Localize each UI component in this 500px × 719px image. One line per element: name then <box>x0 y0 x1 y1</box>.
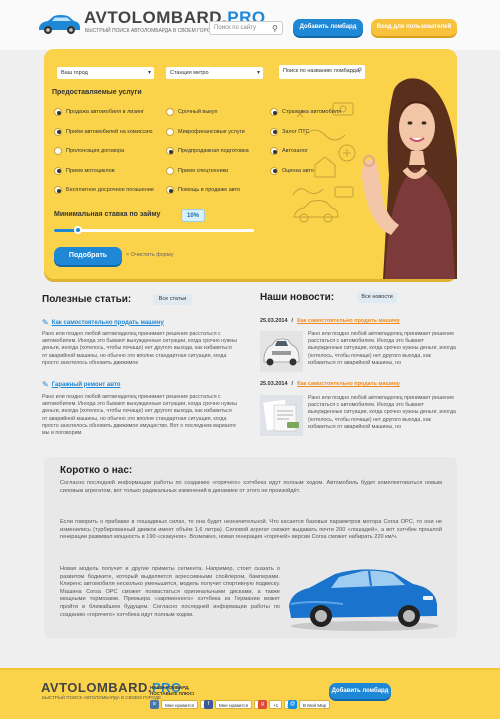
service-option[interactable]: Автозалог <box>270 147 341 155</box>
news-car-image[interactable] <box>260 331 303 372</box>
services-col-3: Страховка автомобиля Залог ПТС Автозалог… <box>270 108 341 175</box>
facebook-like-widget[interactable]: f Мне нравится 10 <box>204 700 266 709</box>
about-paragraph: Новая модель получит и другие приметы се… <box>60 566 280 618</box>
news-title-link[interactable]: Как самостоятельно продать машину <box>297 381 400 387</box>
gplus-icon: g <box>258 700 267 709</box>
services-heading: Предоставляемые услуги <box>52 89 142 96</box>
search-icon[interactable]: ⚲ <box>272 24 278 33</box>
about-paragraph: Согласно последней информации работы по … <box>60 480 442 494</box>
min-rate-label: Минимальная ставка по займу <box>54 211 161 218</box>
news-separator: / <box>291 381 294 387</box>
city-select[interactable]: Ваш город ▾ <box>57 67 154 79</box>
article-excerpt: Рано или поздно любой автовладелец прини… <box>42 331 238 366</box>
news-title-link[interactable]: Как самостоятельно продать машину <box>297 318 400 324</box>
radio-unchecked[interactable] <box>54 147 62 155</box>
about-paragraph: Если говорить о прибавке в лошадиных сил… <box>60 519 442 541</box>
footer-add-pawnshop-button[interactable]: Добавить ломбард <box>329 683 391 699</box>
service-option[interactable]: Бесплатное досрочное погашение <box>54 186 154 194</box>
service-option[interactable]: Продажа автомобиля в лизинг <box>54 108 154 116</box>
article-item: ✎ Как самостоятельно продать машину <box>42 318 164 327</box>
radio-checked[interactable] <box>166 186 174 194</box>
service-option[interactable]: Оценка авто <box>270 166 341 175</box>
service-option[interactable]: Помощь в продаже авто <box>166 186 249 194</box>
news-heading: Наши новости: <box>260 292 335 303</box>
min-rate-value: 10% <box>181 209 205 222</box>
service-option[interactable]: Залог ПТС <box>270 127 341 136</box>
clear-form-link[interactable]: × Очистить форму <box>126 252 173 258</box>
radio-checked[interactable] <box>54 108 62 116</box>
find-button[interactable]: Подобрать <box>54 247 122 265</box>
pencil-icon: ✎ <box>42 380 49 389</box>
news-date: 25.03.2014 <box>260 318 288 324</box>
service-option[interactable]: Предпродажная подготовка <box>166 147 249 155</box>
vk-icon: в <box>150 700 159 709</box>
service-option[interactable]: Прием мотоциклов <box>54 166 154 175</box>
news-separator: / <box>291 318 294 324</box>
metro-select[interactable]: Станция метро ▾ <box>166 67 263 79</box>
service-option[interactable]: Микрофинансовые услуги <box>166 127 249 136</box>
vk-like-widget[interactable]: в Мне нравится 10 <box>150 700 212 709</box>
services-col-2: Срочный выкуп Микрофинансовые услуги Пре… <box>166 108 249 194</box>
service-option[interactable]: Прием спецтехники <box>166 166 249 175</box>
logo-car-icon <box>39 15 80 34</box>
footer-tagline: БЫСТРЫЙ ПОИСК АВТОЛОМБАРДА В СВОЕМ ГОРОД… <box>42 695 161 700</box>
radio-checked[interactable] <box>54 186 62 194</box>
radio-unchecked[interactable] <box>166 166 174 175</box>
service-option[interactable]: Страховка автомобиля <box>270 108 341 116</box>
articles-heading: Полезные статьи: <box>42 294 132 305</box>
service-option[interactable]: Срочный выкуп <box>166 108 249 116</box>
radio-checked[interactable] <box>54 127 62 136</box>
radio-checked[interactable] <box>54 166 62 175</box>
article-title-link[interactable]: Гаражный ремонт авто <box>52 382 121 388</box>
blue-car-image <box>289 569 439 631</box>
all-news-button[interactable]: Все новости <box>357 292 397 303</box>
pencil-icon: ✎ <box>42 318 49 327</box>
news-documents-image[interactable] <box>260 395 303 436</box>
radio-checked[interactable] <box>270 127 278 136</box>
girl-photo <box>361 78 457 279</box>
chevron-down-icon: ▾ <box>256 70 260 76</box>
radio-checked[interactable] <box>270 166 278 175</box>
radio-unchecked[interactable] <box>166 127 174 136</box>
service-option[interactable]: Пролонгация договора <box>54 147 154 155</box>
article-title-link[interactable]: Как самостоятельно продать машину <box>52 320 164 326</box>
radio-checked[interactable] <box>270 108 278 116</box>
about-heading: Коротко о нас: <box>60 465 133 476</box>
logo-tagline: БЫСТРЫЙ ПОИСК АВТОЛОМБАРДА В СВОЕМ ГОРОД… <box>85 28 218 34</box>
services-col-1: Продажа автомобиля в лизинг Приём автомо… <box>54 108 154 194</box>
pawnshop-name-search[interactable]: Поиск по названию ломбарда ⚲ <box>279 65 365 79</box>
chevron-down-icon: ▾ <box>147 70 151 76</box>
social-title: НАШИ ЛОМБАРД, ПОСТАВЬТЕ ПЛЮС! <box>150 685 195 696</box>
mailru-icon: @ <box>288 700 297 709</box>
service-option[interactable]: Приём автомобилей на комиссию <box>54 127 154 136</box>
add-pawnshop-button[interactable]: Добавить ломбард <box>293 19 363 36</box>
radio-unchecked[interactable] <box>166 108 174 116</box>
news-excerpt: Рано или поздно любой автовладелец прини… <box>308 331 456 366</box>
news-item-header: 25.03.2014 / Как самостоятельно продать … <box>260 381 400 387</box>
all-articles-button[interactable]: Все статьи <box>153 294 192 305</box>
article-excerpt: Рано или поздно любой автовладелец прини… <box>42 394 238 437</box>
mailru-widget[interactable]: @ В Мой Мир <box>288 700 331 709</box>
article-item: ✎ Гаражный ремонт авто <box>42 380 120 389</box>
user-login-button[interactable]: Вход для пользователей <box>371 19 457 36</box>
radio-checked[interactable] <box>166 147 174 155</box>
news-item-header: 25.03.2014 / Как самостоятельно продать … <box>260 318 400 324</box>
doodle-car-icon <box>293 200 339 223</box>
news-excerpt: Рано или поздно любой автовладелец прини… <box>308 395 456 430</box>
radio-checked[interactable] <box>270 147 278 155</box>
facebook-icon: f <box>204 700 213 709</box>
news-date: 25.03.2014 <box>260 381 288 387</box>
rate-slider-handle[interactable] <box>74 226 82 234</box>
close-icon: × <box>126 252 130 258</box>
rate-slider-track[interactable] <box>54 229 254 232</box>
